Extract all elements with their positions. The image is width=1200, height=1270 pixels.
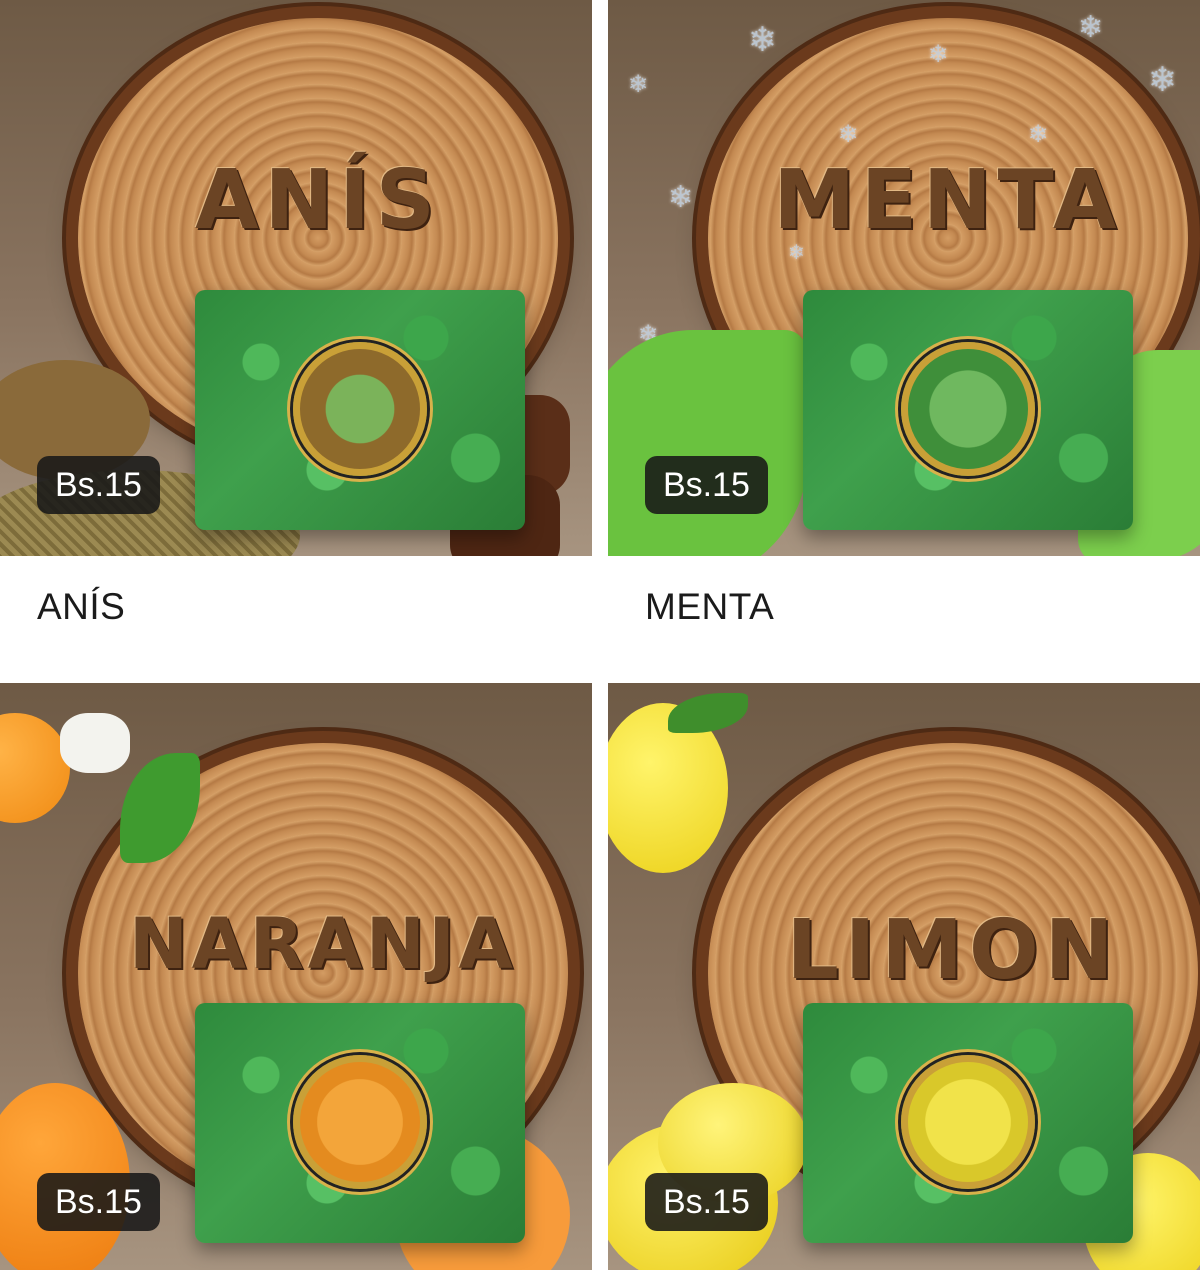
orange-blossom	[60, 713, 130, 773]
snowflake-icon: ❄	[788, 242, 805, 264]
price-badge: Bs.15	[645, 1173, 768, 1231]
snowflake-icon: ❄	[928, 41, 949, 68]
brand-seal	[293, 342, 427, 476]
snowflake-icon: ❄	[668, 181, 694, 214]
coca-leaf-bag	[803, 1003, 1133, 1243]
product-card-menta[interactable]: MENTA ❄ ❄ ❄ ❄ ❄ ❄ ❄ ❄ ❄ ❄ Bs.15 MENTA	[608, 0, 1200, 627]
snowflake-icon: ❄	[1148, 61, 1177, 99]
price-badge: Bs.15	[645, 456, 768, 514]
snowflake-icon: ❄	[1028, 121, 1049, 148]
log-engraved-word: ANÍS	[195, 153, 441, 248]
snowflake-icon: ❄	[838, 121, 859, 148]
product-name[interactable]: MENTA	[645, 586, 774, 628]
product-card-naranja[interactable]: NARANJA Bs.15	[0, 683, 592, 1270]
log-engraved-word: MENTA	[773, 153, 1123, 248]
product-name[interactable]: ANÍS	[37, 586, 125, 628]
snowflake-icon: ❄	[748, 21, 777, 59]
price-badge: Bs.15	[37, 1173, 160, 1231]
product-card-anis[interactable]: ANÍS Bs.15 ANÍS	[0, 0, 592, 627]
brand-seal	[901, 342, 1035, 476]
product-image[interactable]: NARANJA Bs.15	[0, 683, 592, 1270]
lemon-leaf	[668, 693, 748, 733]
coca-leaf-bag	[195, 290, 525, 530]
orange-fruit	[0, 713, 70, 823]
snowflake-icon: ❄	[628, 71, 649, 98]
product-image[interactable]: MENTA ❄ ❄ ❄ ❄ ❄ ❄ ❄ ❄ ❄ ❄ Bs.15	[608, 0, 1200, 556]
log-engraved-word: LIMON	[786, 903, 1120, 998]
product-image[interactable]: ANÍS Bs.15	[0, 0, 592, 556]
product-image[interactable]: LIMON Bs.15	[608, 683, 1200, 1270]
log-engraved-word: NARANJA	[129, 903, 517, 985]
coca-leaf-bag	[195, 1003, 525, 1243]
product-card-limon[interactable]: LIMON Bs.15	[608, 683, 1200, 1270]
snowflake-icon: ❄	[1078, 11, 1104, 44]
brand-seal	[901, 1055, 1035, 1189]
brand-seal	[293, 1055, 427, 1189]
coca-leaf-bag	[803, 290, 1133, 530]
price-badge: Bs.15	[37, 456, 160, 514]
mint-leaves	[608, 330, 808, 556]
